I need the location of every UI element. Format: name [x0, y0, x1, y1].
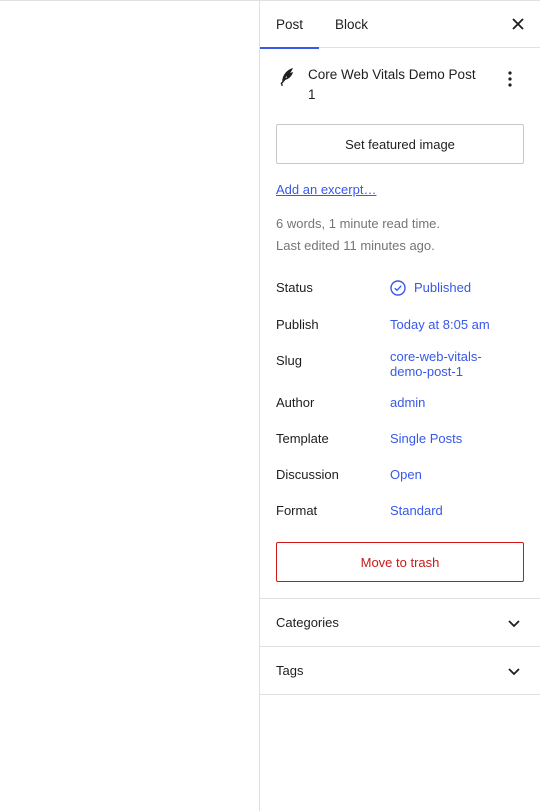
more-vertical-icon [508, 71, 512, 87]
feather-icon [276, 65, 300, 89]
chevron-down-icon [508, 668, 520, 676]
set-featured-image-button[interactable]: Set featured image [276, 124, 524, 164]
status-value: Published [414, 280, 472, 295]
publish-label: Publish [276, 317, 319, 332]
publish-date-button[interactable]: Today at 8:05 am [390, 317, 520, 332]
format-label: Format [276, 503, 318, 518]
categories-panel-title: Categories [276, 615, 339, 630]
settings-sidebar: Post Block Core Web Vitals Demo Post 1 S… [259, 0, 540, 811]
tags-panel-toggle[interactable]: Tags [260, 646, 540, 695]
status-label: Status [276, 280, 313, 295]
discussion-button[interactable]: Open [390, 467, 500, 482]
format-button[interactable]: Standard [390, 503, 500, 518]
close-icon [512, 18, 524, 30]
discussion-label: Discussion [276, 467, 339, 482]
author-button[interactable]: admin [390, 395, 500, 410]
slug-button[interactable]: core-web-vitals-demo-post-1 [390, 349, 490, 379]
move-to-trash-button[interactable]: Move to trash [276, 542, 524, 582]
post-actions-button[interactable] [498, 67, 522, 91]
tab-block[interactable]: Block [319, 1, 383, 48]
chevron-down-icon [508, 620, 520, 628]
word-count-text: 6 words, 1 minute read time. [276, 216, 441, 231]
template-button[interactable]: Single Posts [390, 431, 500, 446]
close-settings-button[interactable] [506, 12, 530, 36]
template-label: Template [276, 431, 329, 446]
tab-post[interactable]: Post [260, 1, 319, 49]
status-button[interactable]: Published [390, 279, 520, 297]
check-circle-icon [390, 279, 406, 296]
tags-panel-title: Tags [276, 663, 304, 678]
slug-label: Slug [276, 353, 303, 368]
categories-panel-toggle[interactable]: Categories [260, 598, 540, 646]
add-excerpt-link[interactable]: Add an excerpt… [276, 182, 376, 197]
author-label: Author [276, 395, 315, 410]
sidebar-tabs: Post Block [260, 1, 540, 49]
post-title: Core Web Vitals Demo Post 1 [308, 67, 476, 102]
editor-canvas[interactable] [0, 0, 259, 811]
last-edited-text: Last edited 11 minutes ago. [276, 238, 435, 253]
